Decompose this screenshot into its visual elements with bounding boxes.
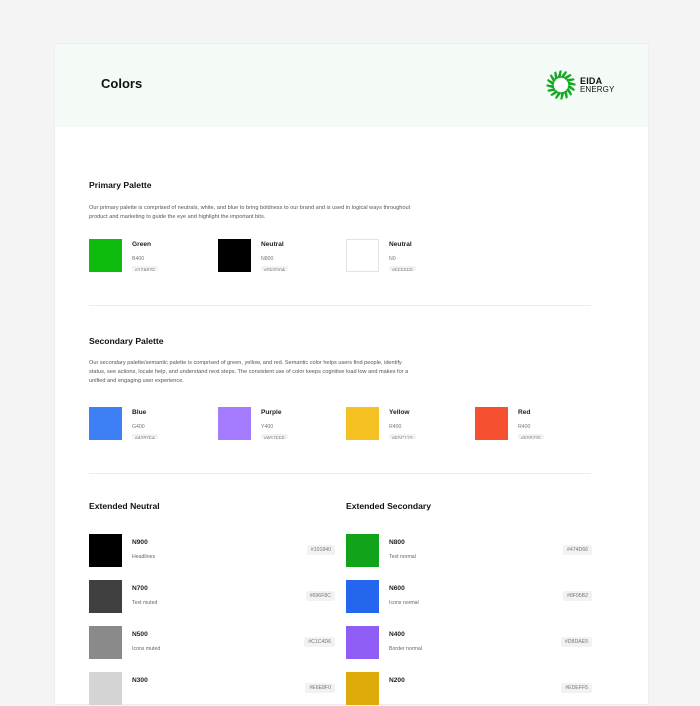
secondary-swatch-purple: Purple Y400 #A57FFF: [218, 407, 338, 443]
swatch-hex: #4287F4: [132, 434, 158, 439]
extended-neutral-row: N700 Text muted #696F8C: [89, 580, 335, 614]
row-hex: #D8DAE5: [560, 637, 592, 647]
swatch-name: Neutral: [389, 241, 412, 248]
row-hex: #8F95B2: [562, 591, 592, 601]
color-swatch: [346, 407, 379, 440]
row-description: Text normal: [389, 554, 416, 560]
eida-energy-logo: EIDA ENERGY: [545, 69, 645, 103]
secondary-palette-description: Our secondary palette/semantic palette i…: [89, 360, 409, 384]
swatch-code: N0: [389, 256, 396, 262]
divider: [89, 473, 591, 474]
row-name: N800: [389, 539, 405, 546]
row-name: N700: [132, 585, 148, 592]
color-swatch: [89, 672, 122, 705]
color-guide-card: Colors EIDA ENERGY Primary Palette Our p…: [55, 44, 648, 706]
row-description: Headlines: [132, 554, 156, 560]
swatch-name: Red: [518, 409, 531, 416]
color-swatch: [346, 672, 379, 705]
swatch-hex: #A57FFF: [261, 434, 288, 439]
swatch-name: Purple: [261, 409, 282, 416]
swatch-code: Y400: [261, 424, 274, 430]
swatch-hex: #12A82F: [132, 266, 159, 271]
row-hex: #474D66: [562, 545, 592, 555]
swatch-hex: #FFFFFF: [389, 266, 417, 271]
color-swatch: [218, 407, 251, 440]
swatch-hex: #0F0D0A: [261, 266, 289, 271]
color-swatch: [89, 580, 122, 613]
extended-secondary-row: N200 #EDEFF5: [346, 672, 592, 706]
color-swatch: [346, 239, 379, 272]
row-description: Border normal: [389, 646, 422, 652]
swatch-name: Blue: [132, 409, 147, 416]
secondary-swatch-blue: Blue G400 #4287F4: [89, 407, 209, 443]
swatch-code: R400: [389, 424, 402, 430]
color-swatch: [89, 626, 122, 659]
swatch-hex: #F5522F: [518, 434, 545, 439]
page-title: Colors: [101, 76, 143, 91]
primary-palette-title: Primary Palette: [89, 180, 152, 190]
swatch-name: Yellow: [389, 409, 410, 416]
row-name: N500: [132, 631, 148, 638]
sunburst-logo-icon: [546, 70, 576, 100]
row-name: N900: [132, 539, 148, 546]
row-name: N600: [389, 585, 405, 592]
swatch-code: R400: [518, 424, 531, 430]
row-hex: #C1C4D6: [304, 637, 335, 647]
color-swatch: [346, 534, 379, 567]
extended-secondary-row: N600 Icons normal #8F95B2: [346, 580, 592, 614]
extended-secondary-row: N800 Text normal #474D66: [346, 534, 592, 568]
swatch-code: G400: [132, 424, 145, 430]
extended-neutral-row: N300 #E6E8F0: [89, 672, 335, 706]
row-description: Text muted: [132, 600, 158, 606]
color-swatch: [346, 580, 379, 613]
extended-secondary-title: Extended Secondary: [346, 501, 432, 511]
color-swatch: [475, 407, 508, 440]
logo-text-bottom: ENERGY: [580, 85, 615, 94]
secondary-swatch-yellow: Yellow R400 #F5C123: [346, 407, 466, 443]
color-swatch: [89, 239, 122, 272]
row-hex: #101840: [306, 545, 335, 555]
swatch-name: Green: [132, 241, 152, 248]
header: Colors EIDA ENERGY: [55, 44, 648, 127]
color-swatch: [218, 239, 251, 272]
primary-swatch-neutral-light: Neutral N0 #FFFFFF: [346, 239, 466, 275]
swatch-name: Neutral: [261, 241, 284, 248]
extended-neutral-row: N900 Headlines #101840: [89, 534, 335, 568]
row-name: N300: [132, 677, 148, 684]
swatch-hex: #F5C123: [389, 434, 416, 439]
swatch-code: N800: [261, 256, 274, 262]
extended-secondary-row: N400 Border normal #D8DAE5: [346, 626, 592, 660]
row-description: Icons normal: [389, 600, 419, 606]
primary-swatch-neutral-dark: Neutral N800 #0F0D0A: [218, 239, 338, 275]
secondary-palette-title: Secondary Palette: [89, 336, 164, 346]
row-name: N200: [389, 677, 405, 684]
row-hex: #696F8C: [305, 591, 335, 601]
color-swatch: [89, 407, 122, 440]
color-swatch: [346, 626, 379, 659]
swatch-code: B400: [132, 256, 145, 262]
extended-neutral-title: Extended Neutral: [89, 501, 160, 511]
extended-neutral-row: N500 Icons muted #C1C4D6: [89, 626, 335, 660]
secondary-swatch-red: Red R400 #F5522F: [475, 407, 595, 443]
color-swatch: [89, 534, 122, 567]
row-name: N400: [389, 631, 405, 638]
row-description: Icons muted: [132, 646, 161, 652]
divider: [89, 305, 591, 306]
primary-palette-description: Our primary palette is comprised of neut…: [89, 205, 411, 220]
primary-swatch-green: Green B400 #12A82F: [89, 239, 209, 275]
